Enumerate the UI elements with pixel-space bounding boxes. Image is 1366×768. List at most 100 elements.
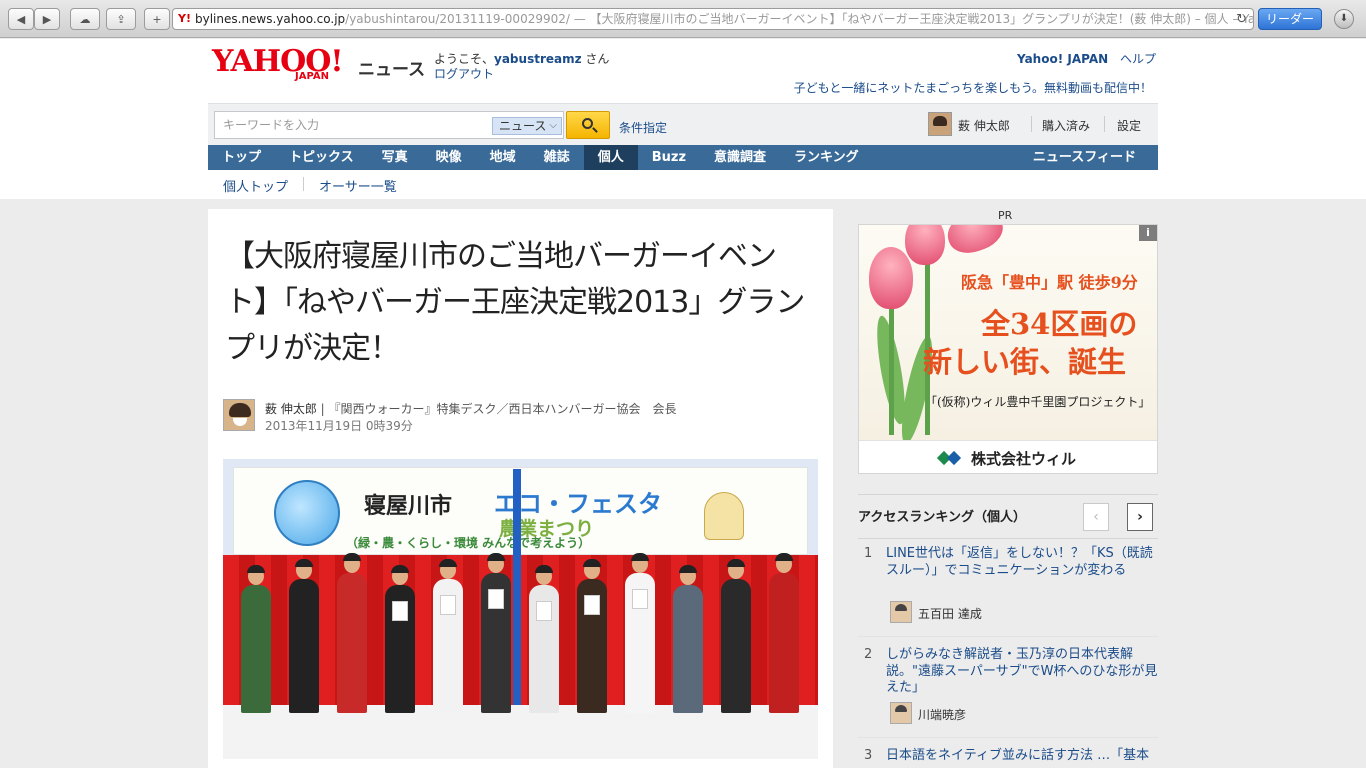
forward-arrow-icon: ▶: [42, 12, 52, 26]
rank-number: 2: [864, 647, 873, 662]
pr-label: PR: [998, 209, 1013, 222]
share-icon: ⇪: [116, 12, 126, 26]
ad-line-1: 阪急「豊中」駅 徒歩9分: [961, 273, 1138, 292]
person-figure: [673, 565, 703, 713]
sub-nav: 個人トップ オーサー一覧: [208, 170, 1158, 199]
publish-date: 2013年11月19日 0時39分: [265, 419, 413, 433]
yahoo-favicon-icon: Y!: [178, 12, 191, 25]
person-figure: [289, 559, 319, 713]
rank-headline[interactable]: LINE世代は「返信」をしない！？「KS（既読スルー）」でコミュニケーションが変…: [886, 546, 1158, 579]
plus-icon: +: [152, 12, 162, 26]
ad-line-4: 「(仮称)ウィル豊中千里園プロジェクト」: [925, 395, 1151, 409]
author-separator: |: [316, 402, 329, 416]
divider: [858, 737, 1158, 738]
person-figure: [337, 553, 367, 713]
nav-topics[interactable]: トピックス: [275, 145, 368, 170]
nav-survey[interactable]: 意識調査: [700, 145, 780, 170]
user-name-link[interactable]: 薮 伸太郎: [958, 117, 1010, 134]
stage-floor: [223, 705, 818, 759]
logout-link[interactable]: ログアウト: [434, 65, 494, 82]
article-photo[interactable]: 寝屋川市 エコ・フェスタ 農業まつり （緑・農・くらし・環境 みんなで考えよう）: [223, 459, 818, 759]
nav-newsfeed[interactable]: ニュースフィード: [1019, 145, 1158, 170]
author-name-link[interactable]: 薮 伸太郎: [265, 402, 317, 416]
character-icon: [704, 492, 744, 540]
company-logo-icon: [936, 450, 969, 466]
new-tab-button[interactable]: +: [144, 8, 170, 30]
author-line: 薮 伸太郎 | 『関西ウォーカー』特集デスク／西日本ハンバーガー協会 会長: [265, 400, 677, 417]
person-figure: [385, 565, 415, 713]
ranking-title: アクセスランキング（個人）: [858, 510, 1026, 525]
yahoo-japan-link[interactable]: Yahoo! JAPAN: [1017, 52, 1108, 66]
back-button[interactable]: ◀: [8, 8, 34, 30]
back-arrow-icon: ◀: [16, 12, 26, 26]
tulip-icon: [905, 225, 945, 265]
browser-toolbar: ◀ ▶ ☁ ⇪ + Y! bylines.news.yahoo.co.jp/ya…: [0, 0, 1366, 38]
person-figure: [577, 559, 607, 713]
search-scope-select[interactable]: ニュース ⌵: [492, 117, 562, 135]
cloud-icon: ☁: [79, 12, 91, 26]
article: 【大阪府寝屋川市のご当地バーガーイベント】「ねやバーガー王座決定戦2013」グラ…: [208, 209, 833, 768]
search-scope-value: ニュース: [499, 119, 547, 133]
promo-link[interactable]: 子どもと一緒にネットたまごっちを楽しもう。無料動画も配信中！: [794, 79, 1152, 96]
advertisement[interactable]: i 阪急「豊中」駅 徒歩9分 全34区画の 新しい街、誕生 「(仮称)ウィル豊中…: [858, 224, 1158, 474]
avatar: [890, 702, 912, 724]
purchased-link[interactable]: 購入済み: [1042, 117, 1090, 134]
subnav-author-list[interactable]: オーサー一覧: [319, 176, 397, 195]
username-link[interactable]: yabustreamz: [494, 52, 582, 66]
rank-number: 1: [864, 546, 873, 561]
person-figure: [241, 565, 271, 713]
rank-author[interactable]: 五百田 達成: [918, 605, 982, 622]
search-icon: [582, 118, 593, 129]
tulip-icon: [869, 247, 913, 309]
chevron-down-icon: ⌵: [549, 120, 557, 131]
divider: [1031, 116, 1032, 132]
nav-personal[interactable]: 個人: [583, 145, 638, 170]
reload-icon[interactable]: ↻: [1236, 10, 1247, 29]
yahoo-logo-sub: JAPAN: [295, 71, 329, 82]
divider: [303, 177, 304, 191]
search-bar: キーワードを入力 ニュース ⌵ 条件指定 薮 伸太郎 購入済み 設定: [208, 103, 1158, 145]
help-link[interactable]: ヘルプ: [1120, 52, 1156, 66]
nav-local[interactable]: 地域: [476, 145, 530, 170]
divider: [858, 636, 1158, 637]
forward-button[interactable]: ▶: [34, 8, 60, 30]
mascot-icon: [274, 480, 340, 546]
nav-ranking[interactable]: ランキング: [780, 145, 873, 170]
icloud-tabs-button[interactable]: ☁: [70, 8, 100, 30]
banner-city: 寝屋川市: [364, 494, 453, 519]
advanced-search-link[interactable]: 条件指定: [619, 119, 667, 136]
subnav-personal-top[interactable]: 個人トップ: [223, 176, 288, 195]
ad-company: 株式会社ウィル: [971, 450, 1077, 468]
rank-author[interactable]: 川端暁彦: [918, 706, 966, 723]
person-figure: [625, 553, 655, 713]
rank-headline[interactable]: しがらみなき解説者・玉乃淳の日本代表解説。"遠藤スーパーサブ"でW杯へのひな形が…: [886, 647, 1158, 697]
nav-video[interactable]: 映像: [422, 145, 476, 170]
nav-photo[interactable]: 写真: [368, 145, 422, 170]
person-figure: [433, 559, 463, 713]
settings-link[interactable]: 設定: [1117, 117, 1141, 134]
reader-button[interactable]: リーダー: [1258, 8, 1322, 30]
rank-number: 3: [864, 748, 873, 763]
url-rest: /yabushintarou/20131119-00029902/ — 【大阪府…: [345, 12, 1254, 26]
person-figure: [769, 553, 799, 713]
access-ranking: アクセスランキング（個人） ‹ › 1 LINE世代は「返信」をしない！？「KS…: [858, 494, 1158, 768]
search-button[interactable]: [566, 111, 610, 139]
banner-sub: （緑・農・くらし・環境 みんなで考えよう）: [346, 536, 591, 550]
url-host: bylines.news.yahoo.co.jp: [195, 12, 346, 26]
ranking-prev-button[interactable]: ‹: [1083, 503, 1109, 531]
nav-magazine[interactable]: 雑誌: [530, 145, 584, 170]
author-description: 『関西ウォーカー』特集デスク／西日本ハンバーガー協会 会長: [328, 402, 677, 416]
section-title[interactable]: ニュース: [358, 55, 425, 80]
avatar[interactable]: [223, 399, 255, 431]
nav-buzz[interactable]: Buzz: [638, 145, 700, 170]
rank-headline[interactable]: 日本語をネイティブ並みに話す方法 …「基本: [886, 748, 1158, 765]
share-button[interactable]: ⇪: [106, 8, 136, 30]
avatar[interactable]: [928, 112, 952, 136]
downloads-icon[interactable]: ⬇: [1334, 9, 1354, 29]
ad-footer: 株式会社ウィル: [859, 440, 1157, 473]
ad-info-icon[interactable]: i: [1139, 225, 1157, 241]
ranking-next-button[interactable]: ›: [1127, 503, 1153, 531]
ad-line-3: 新しい街、誕生: [923, 345, 1127, 379]
address-bar[interactable]: Y! bylines.news.yahoo.co.jp/yabushintaro…: [172, 8, 1254, 30]
nav-top[interactable]: トップ: [208, 145, 275, 170]
